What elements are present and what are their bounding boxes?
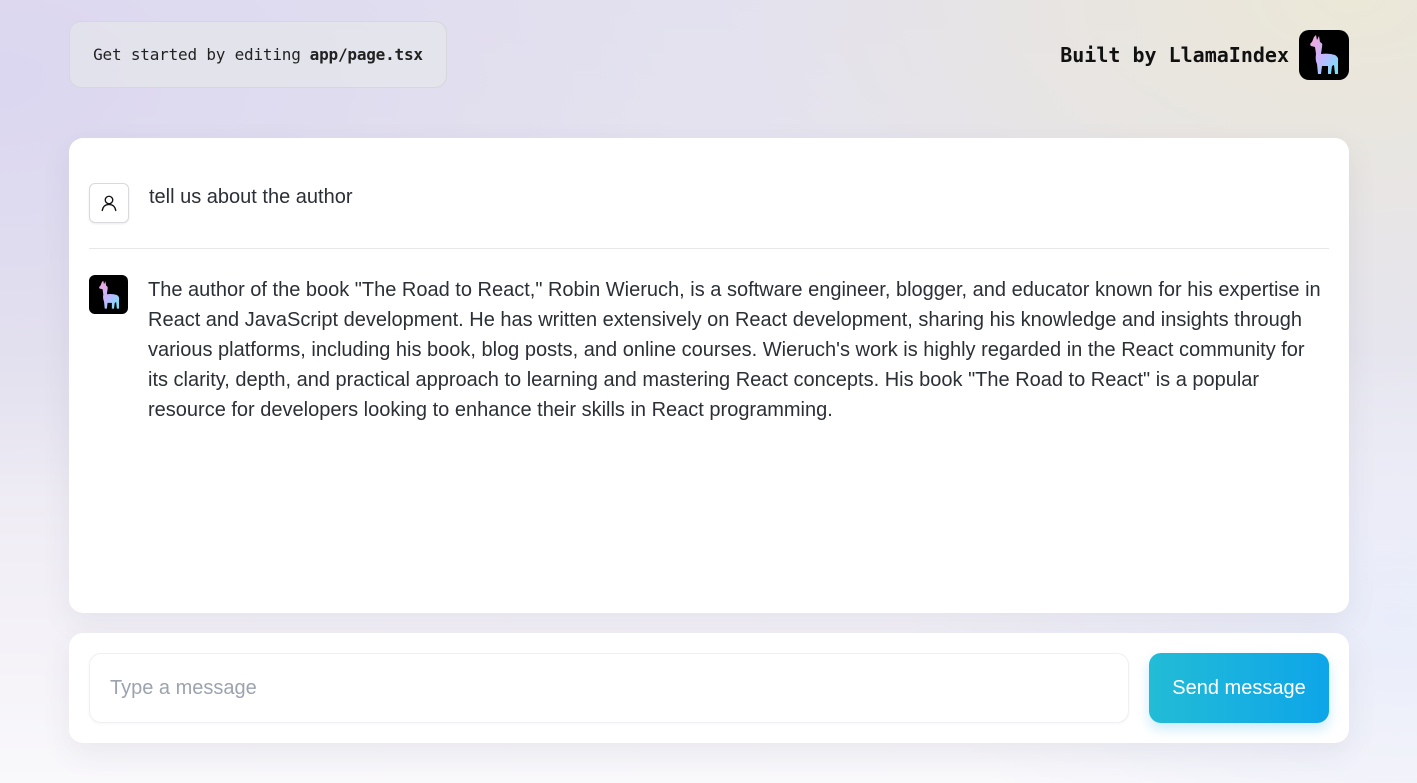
hint-prefix: Get started by editing — [93, 45, 301, 64]
brand-link[interactable]: Built by LlamaIndex — [1060, 30, 1349, 80]
llama-icon — [89, 275, 128, 314]
llama-icon — [1299, 30, 1349, 80]
message-divider — [89, 248, 1329, 249]
send-message-button[interactable]: Send message — [1149, 653, 1329, 723]
getting-started-hint: Get started by editing app/page.tsx — [69, 21, 447, 88]
assistant-message: The author of the book "The Road to Reac… — [89, 275, 1329, 425]
message-composer: Send message — [69, 633, 1349, 743]
chat-messages-panel[interactable]: tell us about the author The author of t… — [69, 138, 1349, 613]
brand-text: Built by LlamaIndex — [1060, 43, 1289, 67]
user-message: tell us about the author — [89, 183, 1329, 223]
user-icon — [89, 183, 129, 223]
hint-file-name: app/page.tsx — [309, 45, 423, 64]
user-message-text: tell us about the author — [149, 186, 353, 208]
message-input[interactable] — [89, 653, 1129, 723]
assistant-message-text: The author of the book "The Road to Reac… — [148, 279, 1321, 421]
